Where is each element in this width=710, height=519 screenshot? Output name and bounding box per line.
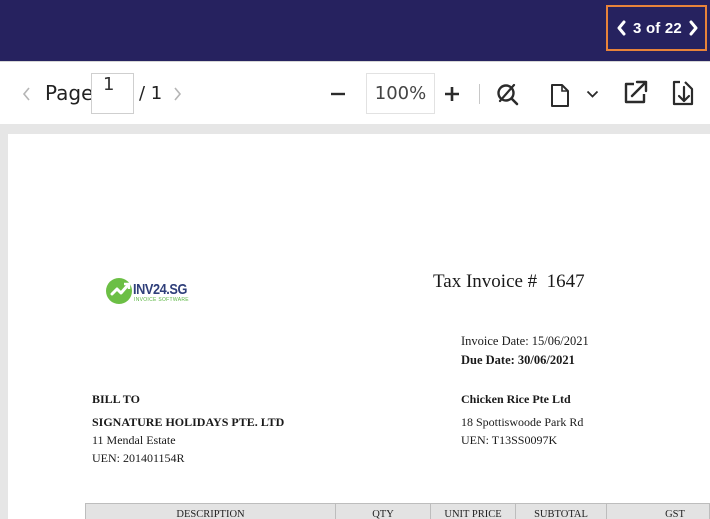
page-view-dropdown[interactable]: [584, 87, 600, 101]
open-external-button[interactable]: [622, 78, 650, 106]
logo-subtext: INVOICE SOFTWARE: [134, 297, 189, 303]
record-counter: 3 of 22: [633, 19, 682, 37]
plus-icon: [445, 87, 459, 101]
due-date: Due Date: 30/06/2021: [461, 353, 575, 367]
logo-mark-icon: [106, 278, 132, 304]
download-button[interactable]: [670, 78, 696, 108]
chevron-left-icon: [22, 87, 30, 101]
column-header-subtotal: SUBTOTAL: [534, 509, 588, 519]
column-header-description: DESCRIPTION: [176, 509, 245, 519]
zoom-out-button[interactable]: [327, 83, 349, 105]
download-document-icon: [672, 80, 694, 106]
page-view-button[interactable]: [548, 81, 572, 109]
company-address: 18 Spottiswoode Park Rd: [461, 415, 584, 429]
minus-icon: [331, 92, 345, 96]
bill-to-label: BILL TO: [92, 392, 140, 406]
page-total: / 1: [139, 83, 163, 104]
zoom-reset-icon: [497, 83, 519, 106]
column-header-qty: QTY: [372, 509, 394, 519]
company-name: Chicken Rice Pte Ltd: [461, 392, 571, 406]
fit-view-button[interactable]: [494, 81, 520, 107]
page-number-input[interactable]: 1: [91, 73, 134, 114]
external-link-icon: [624, 80, 648, 104]
toolbar-divider: [479, 84, 480, 104]
previous-record-button[interactable]: [614, 18, 628, 38]
company-logo: INV24.SG INVOICE SOFTWARE: [104, 275, 199, 309]
column-header-gst: GST: [665, 509, 685, 519]
customer-uen: UEN: 201401154R: [92, 451, 185, 465]
next-record-button[interactable]: [687, 18, 701, 38]
chevron-left-icon: [617, 20, 625, 36]
top-bar: 3 of 22: [0, 0, 710, 61]
pdf-toolbar: Page 1 / 1 100%: [0, 61, 710, 124]
customer-name: SIGNATURE HOLIDAYS PTE. LTD: [92, 415, 285, 429]
column-header-unit-price: UNIT PRICE: [444, 509, 502, 519]
previous-page-button[interactable]: [18, 84, 34, 104]
invoice-title: Tax Invoice # 1647: [433, 271, 585, 292]
record-pager: 3 of 22: [606, 5, 707, 51]
customer-address: 11 Mendal Estate: [92, 433, 176, 447]
document-icon: [551, 83, 569, 107]
invoice-page: INV24.SG INVOICE SOFTWARE Tax Invoice # …: [8, 134, 710, 519]
line-items-header: DESCRIPTION QTY UNIT PRICE SUBTOTAL GST: [85, 503, 710, 519]
chevron-down-icon: [586, 90, 598, 98]
logo-text: INV24.SG: [133, 281, 188, 298]
page-label: Page: [45, 81, 94, 105]
zoom-in-button[interactable]: [441, 83, 463, 105]
company-uen: UEN: T13SS0097K: [461, 433, 558, 447]
zoom-level-value: 100%: [374, 83, 427, 104]
chevron-right-icon: [173, 87, 181, 101]
document-viewport[interactable]: INV24.SG INVOICE SOFTWARE Tax Invoice # …: [0, 124, 710, 519]
page-number-value: 1: [103, 74, 115, 95]
invoice-date: Invoice Date: 15/06/2021: [461, 334, 589, 348]
next-page-button[interactable]: [170, 84, 184, 104]
chevron-right-icon: [689, 20, 698, 36]
zoom-level-input[interactable]: 100%: [366, 73, 435, 114]
